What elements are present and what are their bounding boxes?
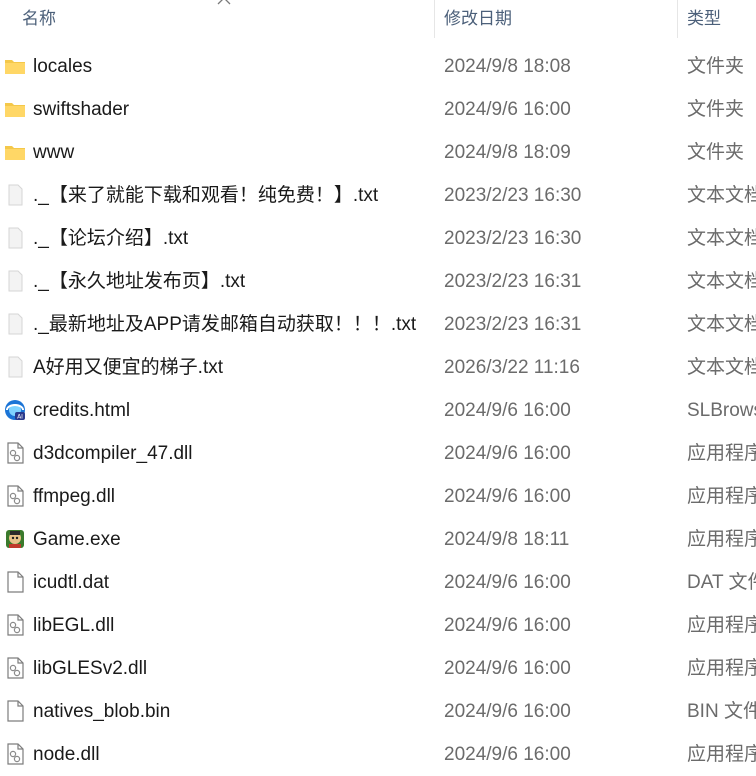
file-name: ._【论坛介绍】.txt [33, 228, 189, 249]
file-row[interactable]: d3dcompiler_47.dll 2024/9/6 16:00 应用程序 [0, 432, 756, 475]
file-modified-date: 2024/9/6 16:00 [444, 400, 571, 421]
file-modified-date: 2024/9/6 16:00 [444, 615, 571, 636]
file-row[interactable]: ._【永久地址发布页】.txt 2023/2/23 16:31 文本文档 [0, 260, 756, 303]
file-modified-date: 2024/9/6 16:00 [444, 572, 571, 593]
column-header-type[interactable]: 类型 [687, 0, 721, 38]
file-name: locales [33, 56, 93, 77]
game-exe-icon [4, 527, 26, 551]
file-row[interactable]: natives_blob.bin 2024/9/6 16:00 BIN 文件 [0, 690, 756, 733]
file-row[interactable]: icudtl.dat 2024/9/6 16:00 DAT 文件 [0, 561, 756, 604]
file-type: 应用程序 [687, 529, 756, 550]
file-type: 文件夹 [687, 56, 745, 77]
file-row[interactable]: libEGL.dll 2024/9/6 16:00 应用程序 [0, 604, 756, 647]
file-row[interactable]: ._【来了就能下载和观看！纯免费！】.txt 2023/2/23 16:30 文本文… [0, 174, 756, 217]
file-type: 文件夹 [687, 142, 745, 163]
column-header: 名称 修改日期 类型 [0, 0, 756, 38]
folder-icon [4, 140, 26, 164]
file-name: A好用又便宜的梯子.txt [33, 357, 224, 378]
file-modified-date: 2024/9/8 18:09 [444, 142, 571, 163]
text-file-icon [4, 269, 26, 293]
file-row[interactable]: locales 2024/9/8 18:08 文件夹 [0, 45, 756, 88]
file-name: www [33, 142, 75, 163]
file-modified-date: 2024/9/6 16:00 [444, 486, 571, 507]
folder-icon [4, 97, 26, 121]
sort-ascending-icon[interactable] [217, 0, 231, 5]
file-type: BIN 文件 [687, 701, 756, 722]
file-name: swiftshader [33, 99, 130, 120]
file-name: d3dcompiler_47.dll [33, 443, 193, 464]
file-type: 文本文档 [687, 271, 756, 292]
file-modified-date: 2024/9/6 16:00 [444, 99, 571, 120]
file-name: ffmpeg.dll [33, 486, 116, 507]
browser-icon: AI [4, 398, 26, 422]
file-row[interactable]: swiftshader 2024/9/6 16:00 文件夹 [0, 88, 756, 131]
file-modified-date: 2024/9/6 16:00 [444, 658, 571, 679]
file-name: ._【永久地址发布页】.txt [33, 271, 246, 292]
dll-file-icon [4, 742, 26, 766]
column-header-date[interactable]: 修改日期 [444, 0, 512, 38]
text-file-icon [4, 183, 26, 207]
column-header-name[interactable]: 名称 [22, 0, 56, 38]
file-type: 应用程序 [687, 486, 756, 507]
svg-text:AI: AI [17, 414, 23, 421]
file-type: 文本文档 [687, 228, 756, 249]
file-type: 应用程序 [687, 615, 756, 636]
file-row[interactable]: ._最新地址及APP请发邮箱自动获取！！！.txt 2023/2/23 16:31… [0, 303, 756, 346]
file-name: ._【来了就能下载和观看！纯免费！】.txt [33, 185, 379, 206]
file-type: 文本文档 [687, 357, 756, 378]
file-name: credits.html [33, 400, 131, 421]
file-row[interactable]: node.dll 2024/9/6 16:00 应用程序 [0, 733, 756, 776]
file-modified-date: 2024/9/6 16:00 [444, 744, 571, 765]
file-modified-date: 2024/9/8 18:08 [444, 56, 571, 77]
text-file-icon [4, 355, 26, 379]
text-file-icon [4, 226, 26, 250]
file-row[interactable]: Game.exe 2024/9/8 18:11 应用程序 [0, 518, 756, 561]
file-name: ._最新地址及APP请发邮箱自动获取！！！.txt [33, 314, 417, 335]
file-name: Game.exe [33, 529, 121, 550]
file-type: 应用程序 [687, 658, 756, 679]
file-row[interactable]: A好用又便宜的梯子.txt 2026/3/22 11:16 文本文档 [0, 346, 756, 389]
file-modified-date: 2024/9/6 16:00 [444, 701, 571, 722]
dll-file-icon [4, 441, 26, 465]
file-row[interactable]: www 2024/9/8 18:09 文件夹 [0, 131, 756, 174]
file-modified-date: 2024/9/8 18:11 [444, 529, 570, 550]
column-divider[interactable] [434, 0, 435, 38]
file-type: 应用程序 [687, 744, 756, 765]
file-modified-date: 2023/2/23 16:31 [444, 271, 582, 292]
file-name: libEGL.dll [33, 615, 115, 636]
file-row[interactable]: libGLESv2.dll 2024/9/6 16:00 应用程序 [0, 647, 756, 690]
dll-file-icon [4, 613, 26, 637]
file-row[interactable]: ._【论坛介绍】.txt 2023/2/23 16:30 文本文档 [0, 217, 756, 260]
file-modified-date: 2026/3/22 11:16 [444, 357, 580, 378]
file-modified-date: 2023/2/23 16:30 [444, 228, 582, 249]
file-type: 文本文档 [687, 185, 756, 206]
file-row[interactable]: ffmpeg.dll 2024/9/6 16:00 应用程序 [0, 475, 756, 518]
blank-file-icon [4, 699, 26, 723]
folder-icon [4, 54, 26, 78]
text-file-icon [4, 312, 26, 336]
file-type: 文本文档 [687, 314, 756, 335]
file-type: 应用程序 [687, 443, 756, 464]
file-modified-date: 2024/9/6 16:00 [444, 443, 571, 464]
file-type: DAT 文件 [687, 572, 756, 593]
dll-file-icon [4, 656, 26, 680]
file-name: natives_blob.bin [33, 701, 171, 722]
file-type: SLBrows [687, 400, 756, 421]
dll-file-icon [4, 484, 26, 508]
file-row[interactable]: AI credits.html 2024/9/6 16:00 SLBrows [0, 389, 756, 432]
file-modified-date: 2023/2/23 16:31 [444, 314, 582, 335]
file-type: 文件夹 [687, 99, 745, 120]
file-name: node.dll [33, 744, 100, 765]
file-name: icudtl.dat [33, 572, 110, 593]
blank-file-icon [4, 570, 26, 594]
file-name: libGLESv2.dll [33, 658, 148, 679]
column-divider[interactable] [677, 0, 678, 38]
file-modified-date: 2023/2/23 16:30 [444, 185, 582, 206]
